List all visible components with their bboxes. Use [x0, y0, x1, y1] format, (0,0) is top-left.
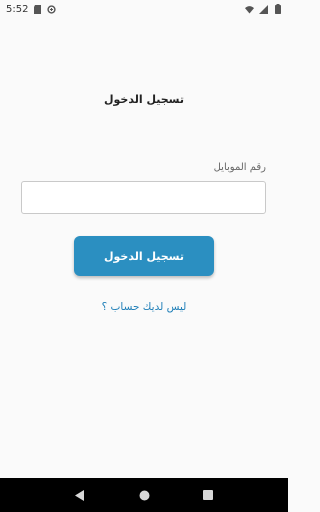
page-title: تسجيل الدخول — [103, 93, 184, 106]
wifi-icon — [245, 5, 254, 14]
status-time: 5:52 — [6, 3, 29, 15]
home-icon[interactable] — [134, 485, 154, 505]
sd-card-icon — [33, 4, 42, 14]
recents-icon[interactable] — [198, 485, 218, 505]
login-screen: 5:52 تسجيل الدخول رقم الموبايل تسجيل الد… — [0, 0, 288, 512]
navigation-bar — [0, 478, 288, 512]
back-icon[interactable] — [70, 485, 90, 505]
status-right — [245, 4, 282, 14]
mobile-label: رقم الموبايل — [213, 162, 266, 173]
mobile-input[interactable] — [21, 181, 266, 214]
login-button[interactable]: تسجيل الدخول — [74, 236, 214, 276]
data-saver-icon — [47, 4, 57, 14]
battery-icon — [273, 4, 282, 14]
signal-icon — [259, 4, 268, 14]
signup-link[interactable]: ليس لديك حساب ؟ — [0, 301, 288, 313]
status-left: 5:52 — [6, 3, 57, 15]
status-bar: 5:52 — [0, 0, 288, 18]
